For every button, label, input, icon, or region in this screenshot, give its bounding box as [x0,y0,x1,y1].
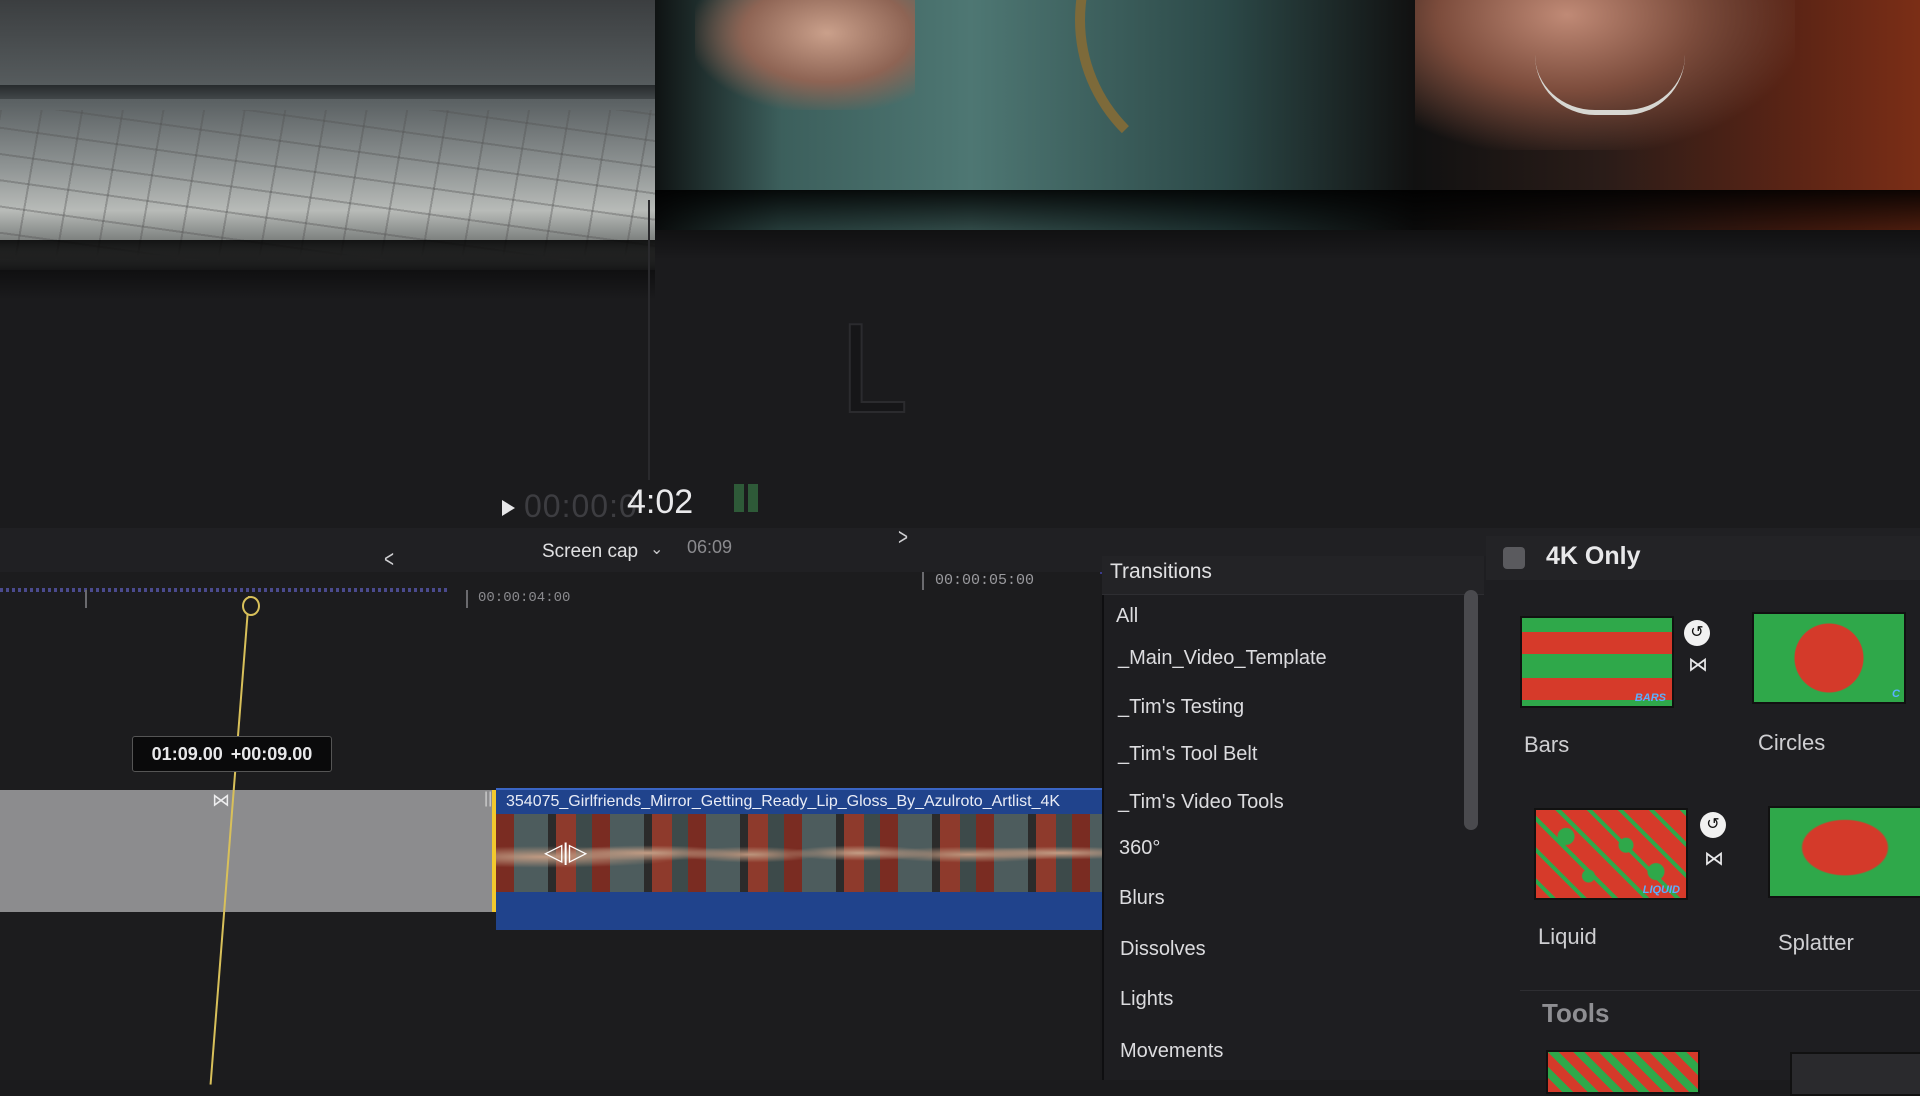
viewer-rail [0,85,655,99]
timecode-display[interactable]: 4:02 [627,483,693,522]
viewer-divider [648,200,650,480]
4k-only-checkbox[interactable] [1503,547,1525,569]
category-item[interactable]: _Tim's Video Tools [1118,791,1284,814]
edit-point-marks[interactable]: || [484,790,492,808]
transition-label[interactable]: Liquid [1538,924,1597,950]
category-item[interactable]: Dissolves [1120,938,1206,961]
4k-only-label[interactable]: 4K Only [1546,542,1640,571]
transition-label[interactable]: Circles [1758,730,1825,756]
chevron-down-icon[interactable]: ⌄ [650,539,663,559]
browser-title: Transitions [1110,560,1212,583]
category-item[interactable]: Movements [1120,1040,1223,1063]
category-item[interactable]: _Main_Video_Template [1118,647,1327,670]
trim-cursor-icon: ◁|▷ [544,839,588,866]
thumb-tag: LIQUID [1642,884,1680,896]
section-heading-tools: Tools [1542,998,1610,1028]
transition-icon: ⋈ [1688,654,1708,676]
transition-thumb-splatter[interactable] [1768,806,1920,898]
transition-thumb-tools-2[interactable] [1790,1052,1920,1096]
viewer-hand [695,0,915,110]
transition-thumb-liquid[interactable]: LIQUID [1534,808,1688,900]
timecode-dim: 00:00:0 [524,488,638,524]
ruler-label: 00:00:05:00 [935,572,1035,589]
transition-thumb-tools[interactable] [1546,1050,1700,1094]
transition-icon: ⋈ [1704,848,1724,870]
project-name[interactable]: Screen cap [542,541,638,563]
viewer-left-frame [0,0,655,270]
category-scrollbar[interactable] [1464,590,1478,830]
category-item[interactable]: _Tim's Testing [1118,696,1244,719]
ruler-label: 00:00:04:00 [478,590,571,606]
viewer-right-shadow [655,190,1920,260]
category-item[interactable]: Blurs [1119,887,1165,910]
clip-handle-icon[interactable]: ⋈ [212,790,230,811]
viewer-floor-tiles [0,110,655,260]
category-item[interactable]: All [1116,605,1138,628]
forward-arrow-icon[interactable]: > [898,524,908,552]
thumb-tag: C [1892,688,1900,700]
category-item[interactable]: 360° [1119,837,1160,860]
playhead-handle[interactable] [242,596,260,616]
transition-label[interactable]: Splatter [1778,930,1854,956]
category-item[interactable]: Lights [1120,988,1173,1011]
project-duration: 06:09 [687,537,733,557]
back-arrow-icon[interactable]: < [384,546,394,574]
category-list: All _Main_Video_Template _Tim's Testing … [1102,595,1484,1080]
viewer-mirror-ring [1075,0,1395,180]
transition-label[interactable]: Bars [1524,732,1569,758]
section-divider [1520,990,1920,991]
category-item[interactable]: _Tim's Tool Belt [1118,743,1257,766]
skimmer-timecode: 01:09.00 [151,743,223,764]
audio-meter-icon [734,484,766,512]
replay-icon[interactable]: ↺ [1684,620,1710,646]
transition-thumb-circles[interactable]: C [1752,612,1906,704]
replay-icon[interactable]: ↺ [1700,812,1726,838]
transition-thumb-bars[interactable]: BARS [1520,616,1674,708]
viewer-letter: L [837,302,906,441]
skimmer-delta: +00:09.00 [230,743,313,764]
thumb-tag: BARS [1634,692,1666,704]
play-icon[interactable] [502,500,515,516]
skimmer-tooltip: 01:09.00 +00:09.00 [132,736,332,772]
video-clip-name: 354075_Girlfriends_Mirror_Getting_Ready_… [506,793,1061,810]
gap-clip[interactable] [0,790,496,912]
viewer-left-shadow [0,240,655,300]
